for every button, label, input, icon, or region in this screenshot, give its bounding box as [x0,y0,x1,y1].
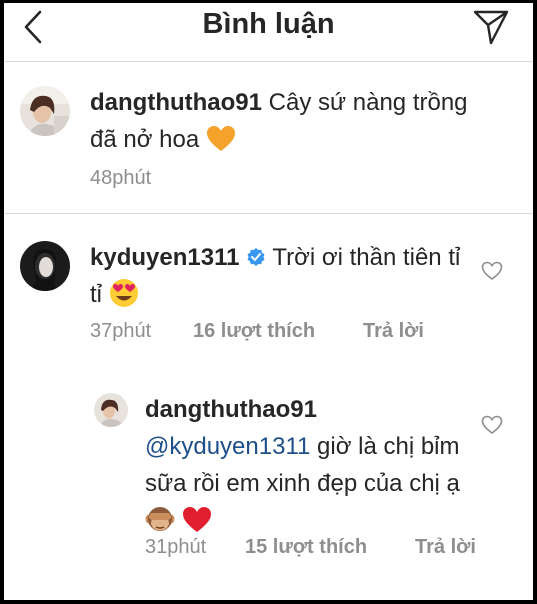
reply-meta: 31phút 15 lượt thích Trả lời [145,536,505,560]
orange-heart-icon [206,126,235,151]
comment-username[interactable]: kyduyen1311 [90,244,239,271]
reply-text: dangthuthao91 @kyduyen1311 giờ là chị bỉ… [145,391,470,539]
reply-button[interactable]: Trả lời [415,536,476,559]
heart-eyes-face-icon [109,279,138,307]
verified-badge-icon [247,248,265,266]
like-heart-icon[interactable] [481,415,503,435]
page-title: Bình luận [202,8,335,40]
like-count[interactable]: 15 lượt thích [245,536,367,559]
caption-meta: 48phút [90,167,390,191]
avatar[interactable] [20,86,70,136]
caption-username[interactable]: dangthuthao91 [90,89,262,116]
see-no-evil-monkey-icon [145,507,175,531]
comment-meta: 37phút 16 lượt thích Trả lời [90,320,490,344]
like-count[interactable]: 16 lượt thích [193,320,315,343]
avatar[interactable] [94,393,128,427]
divider [4,213,533,214]
caption-text: dangthuthao91 Cây sứ nàng trồng đã nở ho… [90,84,470,158]
caption-time: 48phút [90,167,152,189]
reply-time: 31phút [145,536,207,558]
like-heart-icon[interactable] [481,261,503,281]
mention-link[interactable]: @kyduyen1311 [145,433,310,460]
comment-time: 37phút [90,320,152,342]
header-bar: Bình luận [4,3,533,62]
comment-text: kyduyen1311 Trời ơi thần tiên tỉ tỉ [90,239,475,313]
red-heart-icon [182,507,211,532]
send-icon[interactable] [471,7,511,47]
reply-button[interactable]: Trả lời [363,320,424,343]
reply-username[interactable]: dangthuthao91 [145,396,317,423]
avatar[interactable] [20,241,70,291]
